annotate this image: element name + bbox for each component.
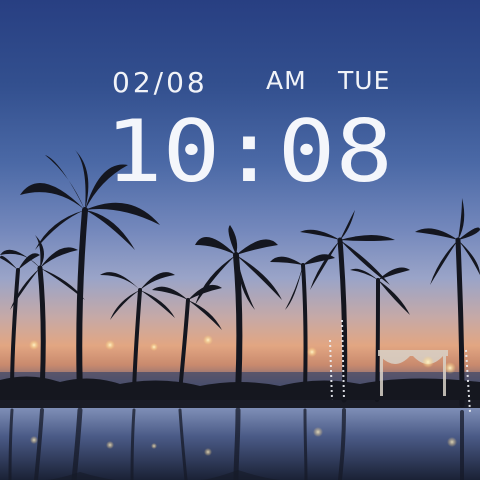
time-display: 10:08: [105, 102, 393, 200]
time-text: 10:08: [105, 102, 393, 200]
lock-screen: 02/08 AM TUE 10:08: [0, 0, 480, 480]
clock-widget: 02/08 AM TUE 10:08: [0, 0, 480, 200]
